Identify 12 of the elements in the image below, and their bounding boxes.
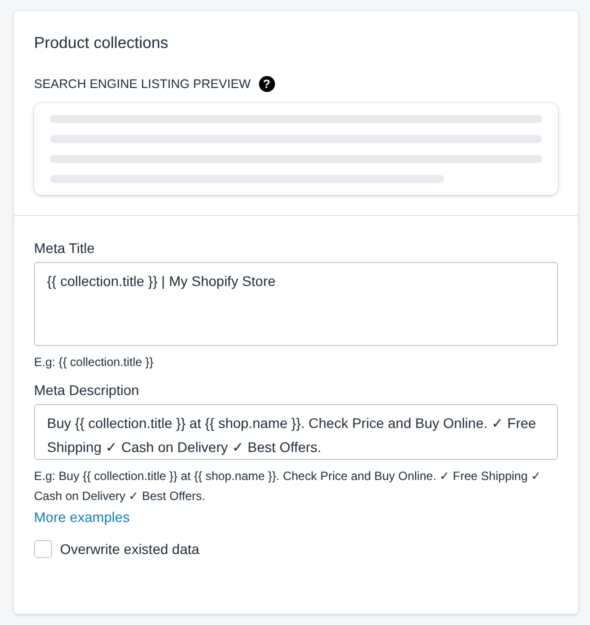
more-examples-link[interactable]: More examples [34, 506, 558, 528]
field-label: Meta Title [34, 239, 96, 258]
text-field[interactable]: Buy {{ collection.title }} at {{ shop.name }}. Check Price and Buy Online. ✓ Free Shipping ✓ Cash on Delivery ✓ Best Offers. [34, 404, 558, 460]
help-icon[interactable]: ? [258, 76, 275, 92]
card-title: Product collections [34, 34, 170, 54]
field-label: Meta Description [34, 381, 140, 400]
checkbox-label: Overwrite existed data [60, 541, 200, 557]
text-field[interactable]: {{ collection.title }} | My Shopify Store [34, 262, 558, 346]
field-hint: E.g: Buy {{ collection.title }} at {{ shop.name }}. Check Price and Buy Online. ✓ Free Shipping ✓ Cash on Delivery ✓ Best Offers. [34, 468, 542, 505]
section-heading: SEARCH ENGINE LISTING PREVIEW [34, 76, 251, 93]
checkbox[interactable] [34, 540, 52, 558]
field-hint: E.g: {{ collection.title }} [34, 354, 154, 371]
